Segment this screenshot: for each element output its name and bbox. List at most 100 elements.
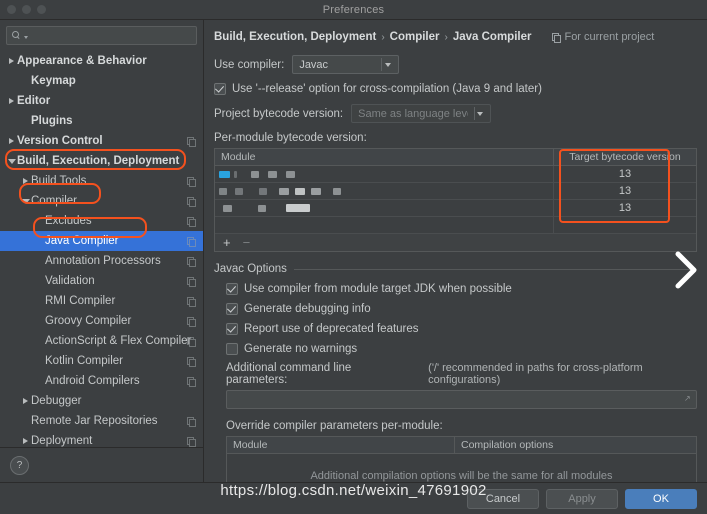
project-bytecode-select[interactable]: Same as language leve bbox=[351, 104, 492, 123]
settings-tree[interactable]: Appearance & Behavior Keymap Editor Plugins… bbox=[0, 49, 203, 447]
sidebar-item-kotlin-compiler[interactable]: Kotlin Compiler bbox=[0, 351, 203, 371]
target-bytecode-cell[interactable]: 13 bbox=[553, 200, 696, 216]
remove-module-button[interactable]: − bbox=[243, 236, 251, 249]
maximize-window-button[interactable] bbox=[37, 5, 46, 14]
target-bytecode-cell[interactable]: 13 bbox=[553, 183, 696, 199]
generate-debugging-info-checkbox[interactable] bbox=[226, 303, 238, 315]
copy-settings-icon[interactable] bbox=[187, 217, 196, 227]
copy-settings-icon[interactable] bbox=[187, 317, 196, 327]
sidebar-item-groovy-compiler[interactable]: Groovy Compiler bbox=[0, 311, 203, 331]
chevron-right-icon[interactable] bbox=[20, 178, 31, 184]
sidebar-item-actionscript-flex-compiler[interactable]: ActionScript & Flex Compiler bbox=[0, 331, 203, 351]
sidebar-item-debugger[interactable]: Debugger bbox=[0, 391, 203, 411]
chevron-down-icon[interactable] bbox=[6, 158, 17, 164]
table-row[interactable]: 13 bbox=[215, 166, 696, 183]
copy-settings-icon[interactable] bbox=[187, 177, 196, 187]
module-table-toolbar: + − bbox=[215, 233, 696, 251]
search-input[interactable] bbox=[31, 28, 191, 43]
minimize-window-button[interactable] bbox=[22, 5, 31, 14]
sidebar-item-validation[interactable]: Validation bbox=[0, 271, 203, 291]
sidebar-item-remote-jar-repositories[interactable]: Remote Jar Repositories bbox=[0, 411, 203, 431]
javac-checkbox-row[interactable]: Report use of deprecated features bbox=[226, 323, 697, 335]
chevron-right-icon[interactable] bbox=[6, 138, 17, 144]
additional-params-row: Additional command line parameters: ('/'… bbox=[226, 362, 697, 386]
add-module-button[interactable]: + bbox=[223, 236, 231, 249]
chevron-right-icon[interactable] bbox=[6, 58, 17, 64]
sidebar-item-android-compilers[interactable]: Android Compilers bbox=[0, 371, 203, 391]
sidebar-item-excludes[interactable]: Excludes bbox=[0, 211, 203, 231]
module-bytecode-table[interactable]: Module Target bytecode version 13 13 13 … bbox=[214, 148, 697, 252]
copy-settings-icon[interactable] bbox=[187, 297, 196, 307]
use-target-jdk-checkbox[interactable] bbox=[226, 283, 238, 295]
per-module-label: Per-module bytecode version: bbox=[214, 132, 367, 144]
sidebar-item-annotation-processors[interactable]: Annotation Processors bbox=[0, 251, 203, 271]
javac-checkbox-row[interactable]: Use compiler from module target JDK when… bbox=[226, 283, 697, 295]
sidebar-item-version-control[interactable]: Version Control bbox=[0, 131, 203, 151]
redacted-module-name bbox=[215, 170, 295, 178]
search-container bbox=[0, 20, 203, 49]
sidebar-item-compiler[interactable]: Compiler bbox=[0, 191, 203, 211]
chevron-right-icon[interactable] bbox=[20, 438, 31, 444]
copy-settings-icon[interactable] bbox=[187, 377, 196, 387]
sidebar-item-label: Editor bbox=[17, 95, 51, 107]
target-bytecode-column-header: Target bytecode version bbox=[553, 149, 696, 165]
cancel-button[interactable]: Cancel bbox=[467, 488, 539, 509]
javac-checkbox-row[interactable]: Generate no warnings bbox=[226, 343, 697, 355]
copy-settings-icon[interactable] bbox=[187, 197, 196, 207]
ok-button[interactable]: OK bbox=[625, 488, 697, 509]
breadcrumb-item-0[interactable]: Build, Execution, Deployment bbox=[214, 31, 376, 43]
chevron-down-icon[interactable] bbox=[381, 58, 394, 71]
override-empty-text: Additional compilation options will be t… bbox=[310, 470, 613, 482]
copy-settings-icon[interactable] bbox=[187, 437, 196, 447]
search-box[interactable] bbox=[6, 26, 197, 45]
title-bar: Preferences bbox=[0, 0, 707, 20]
sidebar-item-deployment[interactable]: Deployment bbox=[0, 431, 203, 447]
override-table-header: Module Compilation options bbox=[227, 437, 696, 454]
sidebar-item-editor[interactable]: Editor bbox=[0, 91, 203, 111]
sidebar-item-label: Plugins bbox=[31, 115, 73, 127]
release-option-checkbox[interactable] bbox=[214, 83, 226, 95]
javac-checkbox-row[interactable]: Generate debugging info bbox=[226, 303, 697, 315]
sidebar-item-label: Groovy Compiler bbox=[45, 315, 132, 327]
copy-settings-icon[interactable] bbox=[187, 237, 196, 247]
chevron-down-icon[interactable] bbox=[473, 107, 486, 120]
sidebar-item-java-compiler[interactable]: Java Compiler bbox=[0, 231, 203, 251]
copy-settings-icon[interactable] bbox=[187, 277, 196, 287]
apply-button[interactable]: Apply bbox=[546, 488, 618, 509]
sidebar-item-label: Appearance & Behavior bbox=[17, 55, 147, 67]
sidebar-item-plugins[interactable]: Plugins bbox=[0, 111, 203, 131]
chevron-down-icon[interactable] bbox=[20, 198, 31, 204]
expand-icon[interactable]: ↗ bbox=[684, 395, 692, 403]
sidebar-item-build-execution-deployment[interactable]: Build, Execution, Deployment bbox=[0, 151, 203, 171]
sidebar-item-label: Version Control bbox=[17, 135, 103, 147]
chevron-right-icon[interactable] bbox=[6, 98, 17, 104]
search-dropdown-icon[interactable] bbox=[24, 35, 28, 39]
copy-settings-icon[interactable] bbox=[187, 417, 196, 427]
chevron-right-icon[interactable] bbox=[20, 398, 31, 404]
table-row[interactable]: 13 bbox=[215, 200, 696, 217]
report-deprecated-checkbox[interactable] bbox=[226, 323, 238, 335]
sidebar-item-label: Java Compiler bbox=[45, 235, 119, 247]
help-button[interactable]: ? bbox=[10, 455, 29, 475]
copy-settings-icon[interactable] bbox=[187, 257, 196, 267]
window-controls[interactable] bbox=[7, 5, 46, 14]
release-option-row[interactable]: Use '--release' option for cross-compila… bbox=[214, 83, 697, 95]
table-row[interactable]: 13 bbox=[215, 183, 696, 200]
copy-settings-icon[interactable] bbox=[187, 337, 196, 347]
preferences-window: Preferences Appearance & Behavior Keymap E… bbox=[0, 0, 707, 514]
for-current-project-note: For current project bbox=[552, 31, 654, 43]
target-bytecode-cell[interactable]: 13 bbox=[553, 166, 696, 182]
breadcrumb-item-1[interactable]: Compiler bbox=[390, 31, 440, 43]
additional-params-input[interactable]: ↗ bbox=[226, 390, 697, 409]
sidebar-item-rmi-compiler[interactable]: RMI Compiler bbox=[0, 291, 203, 311]
copy-settings-icon[interactable] bbox=[187, 137, 196, 147]
sidebar-item-build-tools[interactable]: Build Tools bbox=[0, 171, 203, 191]
project-bytecode-label: Project bytecode version: bbox=[214, 107, 344, 120]
use-compiler-select[interactable]: Javac bbox=[292, 55, 400, 74]
close-window-button[interactable] bbox=[7, 5, 16, 14]
sidebar-item-keymap[interactable]: Keymap bbox=[0, 71, 203, 91]
sidebar-item-appearance-behavior[interactable]: Appearance & Behavior bbox=[0, 51, 203, 71]
override-params-table[interactable]: Module Compilation options Additional co… bbox=[226, 436, 697, 482]
generate-no-warnings-checkbox[interactable] bbox=[226, 343, 238, 355]
copy-settings-icon[interactable] bbox=[187, 357, 196, 367]
